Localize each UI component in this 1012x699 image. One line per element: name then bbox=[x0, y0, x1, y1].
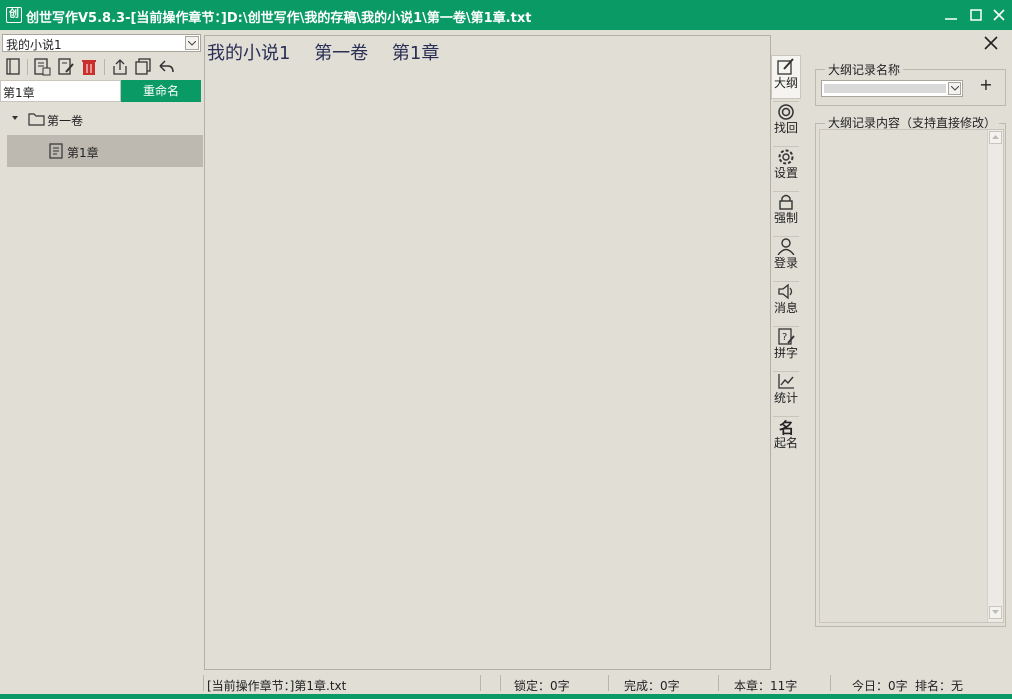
speaker-icon bbox=[778, 283, 793, 300]
window-title: 创世写作V5.8.3-[当前操作章节：]D:\创世写作\我的存稿\我的小说1\第… bbox=[26, 11, 532, 26]
outline-edit-icon bbox=[777, 58, 794, 75]
editor-area[interactable]: 我的小说1 第一卷 第1章 bbox=[204, 35, 771, 670]
minimize-button[interactable] bbox=[940, 4, 962, 26]
rename-button[interactable]: 重命名 bbox=[121, 80, 201, 102]
close-icon bbox=[993, 9, 1005, 21]
settings-tool-label: 设置 bbox=[773, 166, 798, 180]
folder-icon bbox=[28, 113, 45, 126]
editor-novel-name: 我的小说1 bbox=[207, 43, 291, 64]
naming-tool-label: 起名 bbox=[773, 436, 798, 450]
close-side-panel-button[interactable] bbox=[981, 33, 1001, 53]
editor-volume-name: 第一卷 bbox=[314, 43, 369, 64]
copy-button[interactable] bbox=[134, 58, 152, 76]
recover-tool-button[interactable]: 找回 bbox=[771, 101, 801, 145]
undo-button[interactable] bbox=[157, 58, 175, 76]
rename-input[interactable]: 第1章 bbox=[0, 80, 121, 102]
tree-chapter-node[interactable]: 第1章 bbox=[7, 135, 203, 167]
edit-chapter-icon bbox=[58, 58, 74, 75]
login-tool-label: 登录 bbox=[773, 256, 798, 270]
outline-content-textarea[interactable] bbox=[819, 129, 1004, 623]
status-current-chapter: [当前操作章节：]第1章.txt bbox=[207, 679, 347, 693]
naming-tool-button[interactable]: 名 起名 bbox=[771, 416, 801, 460]
status-chapter-count: 本章：11字 bbox=[734, 679, 798, 693]
document-icon bbox=[49, 143, 63, 159]
title-bar: 创 创世写作V5.8.3-[当前操作章节：]D:\创世写作\我的存稿\我的小说1… bbox=[0, 0, 1012, 30]
maximize-icon bbox=[970, 9, 982, 21]
outline-tool-label: 大纲 bbox=[773, 76, 798, 90]
lock-icon bbox=[779, 194, 793, 210]
app-logo-icon: 创 bbox=[6, 7, 22, 23]
close-icon bbox=[984, 36, 998, 50]
scroll-up-icon[interactable] bbox=[989, 131, 1002, 144]
bottom-accent-bar bbox=[0, 694, 1012, 699]
chevron-down-icon[interactable] bbox=[948, 82, 961, 95]
status-locked: 锁定：0字 bbox=[514, 679, 570, 693]
editor-chapter-name: 第1章 bbox=[391, 43, 440, 64]
editor-heading: 我的小说1 第一卷 第1章 bbox=[207, 39, 457, 65]
novel-select[interactable]: 我的小说1 bbox=[2, 34, 201, 52]
status-today: 今日：0字 bbox=[852, 679, 908, 693]
copy-icon bbox=[135, 58, 151, 75]
delete-button[interactable] bbox=[80, 58, 98, 76]
chapter-label: 第1章 bbox=[67, 146, 99, 160]
outline-name-legend: 大纲记录名称 bbox=[825, 63, 904, 77]
close-window-button[interactable] bbox=[988, 4, 1010, 26]
export-button[interactable] bbox=[111, 58, 129, 76]
trash-icon bbox=[82, 60, 96, 75]
minimize-icon bbox=[945, 18, 957, 20]
chart-icon bbox=[778, 374, 794, 389]
spell-tool-button[interactable]: ? 拼字 bbox=[771, 326, 801, 370]
edit-chapter-button[interactable] bbox=[57, 58, 75, 76]
export-icon bbox=[113, 59, 127, 75]
scroll-down-icon[interactable] bbox=[989, 606, 1002, 619]
recover-tool-label: 找回 bbox=[773, 121, 798, 135]
outline-content-legend: 大纲记录内容（支持直接修改） bbox=[825, 116, 1000, 130]
spell-tool-label: 拼字 bbox=[773, 346, 798, 360]
login-tool-button[interactable]: 登录 bbox=[771, 236, 801, 280]
left-panel: 我的小说1 第1章 重命名 第一卷 第1章 bbox=[0, 30, 204, 670]
new-volume-icon bbox=[34, 58, 51, 76]
status-bar: [当前操作章节：]第1章.txt 锁定：0字 完成：0字 本章：11字 今日：0… bbox=[0, 672, 1012, 694]
force-tool-label: 强制 bbox=[773, 211, 798, 225]
message-tool-label: 消息 bbox=[773, 301, 798, 315]
maximize-button[interactable] bbox=[965, 4, 987, 26]
message-tool-button[interactable]: 消息 bbox=[771, 281, 801, 325]
add-outline-button[interactable]: + bbox=[978, 77, 994, 93]
new-book-button[interactable] bbox=[4, 58, 22, 76]
chevron-down-icon[interactable] bbox=[185, 36, 199, 50]
undo-icon bbox=[159, 60, 174, 73]
side-toolbar: 大纲 找回 设置 强制 登录 消息 ? 拼字 统计 名 起名 bbox=[771, 55, 801, 455]
outline-tool-button[interactable]: 大纲 bbox=[771, 55, 801, 99]
status-rank: 排名：无 bbox=[915, 679, 964, 693]
caret-down-icon bbox=[12, 116, 18, 120]
spell-icon: ? bbox=[778, 328, 795, 345]
volume-label: 第一卷 bbox=[47, 114, 84, 128]
svg-text:?: ? bbox=[782, 332, 787, 343]
stats-tool-button[interactable]: 统计 bbox=[771, 371, 801, 415]
user-icon bbox=[777, 238, 795, 255]
novel-select-value: 我的小说1 bbox=[6, 38, 62, 52]
tree-volume-node[interactable]: 第一卷 bbox=[10, 110, 200, 130]
outline-scrollbar[interactable] bbox=[987, 130, 1003, 622]
new-volume-button[interactable] bbox=[33, 58, 51, 76]
gear-icon bbox=[778, 149, 794, 165]
new-book-icon bbox=[6, 58, 20, 75]
outline-name-select[interactable] bbox=[821, 80, 963, 97]
force-tool-button[interactable]: 强制 bbox=[771, 191, 801, 235]
tree-toolbar bbox=[0, 56, 204, 78]
recover-icon bbox=[778, 104, 794, 120]
svg-text:名: 名 bbox=[779, 419, 794, 435]
name-icon: 名 bbox=[779, 419, 794, 435]
settings-tool-button[interactable]: 设置 bbox=[771, 146, 801, 190]
status-done: 完成：0字 bbox=[624, 679, 680, 693]
stats-tool-label: 统计 bbox=[773, 391, 798, 405]
